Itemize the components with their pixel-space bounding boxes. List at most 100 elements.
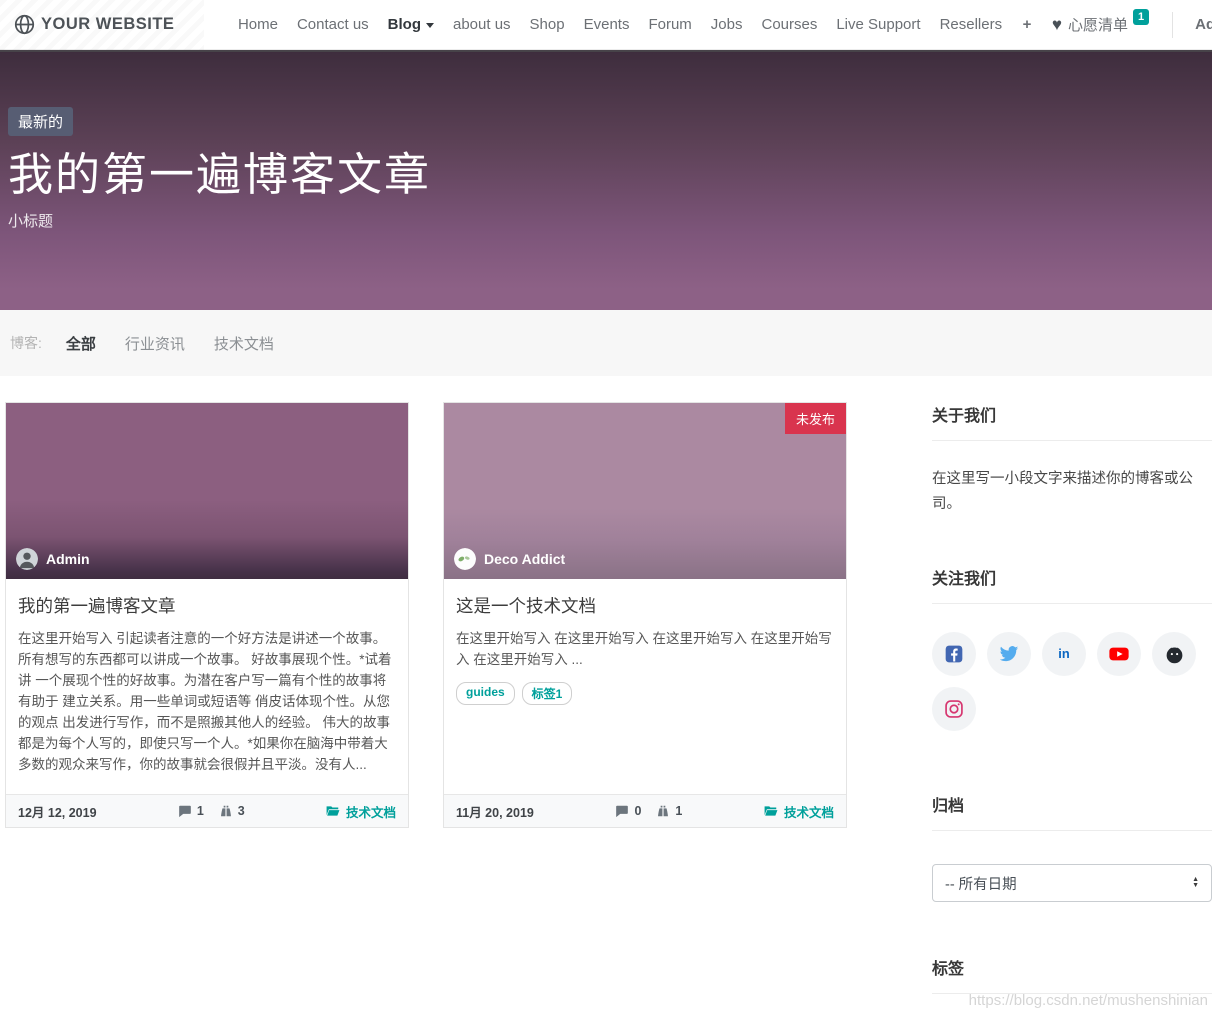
filter-label: 博客:: [10, 333, 42, 353]
post-cover[interactable]: Admin: [6, 403, 408, 579]
github-icon: [1164, 644, 1185, 665]
nav-item-contact-us[interactable]: Contact us: [297, 16, 369, 33]
post-category-link[interactable]: 技术文档: [764, 802, 834, 821]
twitter-button[interactable]: [987, 632, 1031, 676]
blog-post-card: Admin 我的第一遍博客文章 在这里开始写入 引起读者注意的一个好方法是讲述一…: [5, 402, 409, 828]
social-links: in: [932, 632, 1202, 731]
tag-pill[interactable]: guides: [456, 682, 515, 705]
post-tags: guides 标签1: [456, 682, 834, 705]
add-content-button[interactable]: +: [1023, 16, 1032, 33]
instagram-button[interactable]: [932, 687, 976, 731]
filter-all[interactable]: 全部: [66, 333, 96, 354]
binoculars-icon: [219, 804, 233, 818]
about-text: 在这里写一小段文字来描述你的博客或公司。: [932, 467, 1212, 516]
unpublished-badge: 未发布: [785, 403, 846, 434]
nav-item-home[interactable]: Home: [238, 16, 278, 33]
comment-icon: [178, 804, 192, 818]
nav-item-forum[interactable]: Forum: [648, 16, 691, 33]
post-title[interactable]: 我的第一遍博客文章: [18, 593, 396, 618]
facebook-button[interactable]: [932, 632, 976, 676]
post-cover[interactable]: 未发布 Deco Addict: [444, 403, 846, 579]
blog-sidebar: 关于我们 在这里写一小段文字来描述你的博客或公司。 关注我们: [932, 402, 1212, 1020]
archive-date-select[interactable]: -- 所有日期 ▲▼: [932, 864, 1212, 902]
post-date: 11月 20, 2019: [456, 802, 534, 821]
post-body: 我的第一遍博客文章 在这里开始写入 引起读者注意的一个好方法是讲述一个故事。所有…: [6, 579, 408, 794]
tags-title: 标签: [932, 955, 1212, 994]
filter-industry-news[interactable]: 行业资讯: [125, 333, 185, 354]
main-nav: Home Contact us Blog about us Shop Event…: [228, 12, 1212, 38]
post-footer: 11月 20, 2019 0 1 技术文档: [444, 794, 846, 827]
nav-item-resellers[interactable]: Resellers: [940, 16, 1003, 33]
follow-title: 关注我们: [932, 565, 1212, 604]
linkedin-icon: in: [1053, 643, 1075, 665]
blog-filter-bar: 博客: 全部 行业资讯 技术文档: [0, 310, 1212, 376]
nav-item-about-us[interactable]: about us: [453, 16, 511, 33]
hero-subtitle: 小标题: [8, 210, 1192, 231]
archive-selected-value: -- 所有日期: [945, 873, 1017, 894]
svg-text:in: in: [1058, 646, 1070, 661]
views-count: 3: [219, 804, 245, 818]
wishlist-label: 心愿清单: [1068, 14, 1128, 35]
comment-icon: [615, 804, 629, 818]
avatar: [454, 548, 476, 570]
main-content: Admin 我的第一遍博客文章 在这里开始写入 引起读者注意的一个好方法是讲述一…: [0, 376, 1212, 1020]
youtube-icon: [1108, 643, 1130, 665]
post-list: Admin 我的第一遍博客文章 在这里开始写入 引起读者注意的一个好方法是讲述一…: [5, 402, 847, 1020]
post-title[interactable]: 这是一个技术文档: [456, 593, 834, 618]
top-navbar: YOUR WEBSITE Home Contact us Blog about …: [0, 0, 1212, 50]
tag-pill[interactable]: 标签1: [522, 682, 573, 705]
user-menu-label: Admin: [1195, 16, 1212, 33]
user-menu[interactable]: Admin: [1195, 16, 1212, 33]
site-logo[interactable]: YOUR WEBSITE: [0, 0, 204, 50]
facebook-icon: [944, 644, 964, 664]
csdn-watermark: https://blog.csdn.net/mushenshinian: [969, 992, 1208, 1009]
nav-item-live-support[interactable]: Live Support: [836, 16, 920, 33]
linkedin-button[interactable]: in: [1042, 632, 1086, 676]
nav-item-blog[interactable]: Blog: [388, 16, 434, 33]
brand-text: YOUR WEBSITE: [41, 15, 174, 34]
hero-title: 我的第一遍博客文章: [8, 150, 1192, 200]
folder-icon: [326, 804, 340, 818]
post-footer: 12月 12, 2019 1 3 技术文档: [6, 794, 408, 827]
heart-icon: ♥: [1052, 15, 1062, 35]
follow-section: 关注我们 in: [932, 565, 1212, 731]
instagram-icon: [944, 699, 964, 719]
comments-count: 1: [178, 804, 204, 818]
post-author: Admin: [16, 548, 90, 570]
twitter-icon: [999, 644, 1019, 664]
archive-section: 归档 -- 所有日期 ▲▼: [932, 792, 1212, 902]
post-stats: 1 3: [178, 804, 245, 818]
nav-item-blog-label: Blog: [388, 16, 421, 33]
post-excerpt: 在这里开始写入 引起读者注意的一个好方法是讲述一个故事。所有想写的东西都可以讲成…: [18, 628, 396, 775]
github-button[interactable]: [1152, 632, 1196, 676]
post-body: 这是一个技术文档 在这里开始写入 在这里开始写入 在这里开始写入 在这里开始写入…: [444, 579, 846, 794]
binoculars-icon: [656, 804, 670, 818]
author-name: Deco Addict: [484, 551, 565, 567]
tags-section: 标签 标签A类 标签1: [932, 955, 1212, 1020]
post-stats: 0 1: [615, 804, 682, 818]
nav-item-courses[interactable]: Courses: [761, 16, 817, 33]
blog-post-card: 未发布 Deco Addict 这是一个技术文档 在这里开始写入 在这里开始写入…: [443, 402, 847, 828]
views-count: 1: [656, 804, 682, 818]
avatar: [16, 548, 38, 570]
wishlist-link[interactable]: ♥ 心愿清单 1: [1052, 14, 1149, 35]
post-date: 12月 12, 2019: [18, 802, 97, 821]
folder-icon: [764, 804, 778, 818]
chevron-down-icon: [426, 23, 434, 28]
nav-item-shop[interactable]: Shop: [530, 16, 565, 33]
nav-item-events[interactable]: Events: [584, 16, 630, 33]
post-category-link[interactable]: 技术文档: [326, 802, 396, 821]
author-name: Admin: [46, 551, 90, 567]
comments-count: 0: [615, 804, 641, 818]
nav-divider: [1172, 12, 1173, 38]
about-section: 关于我们 在这里写一小段文字来描述你的博客或公司。: [932, 402, 1212, 516]
hero-banner: 最新的 我的第一遍博客文章 小标题: [0, 50, 1212, 310]
latest-badge: 最新的: [8, 107, 73, 136]
post-author: Deco Addict: [454, 548, 565, 570]
nav-item-jobs[interactable]: Jobs: [711, 16, 743, 33]
wishlist-count-badge: 1: [1133, 9, 1149, 25]
post-excerpt: 在这里开始写入 在这里开始写入 在这里开始写入 在这里开始写入 在这里开始写入 …: [456, 628, 834, 670]
select-arrows-icon: ▲▼: [1192, 877, 1199, 889]
filter-tech-docs[interactable]: 技术文档: [214, 333, 274, 354]
youtube-button[interactable]: [1097, 632, 1141, 676]
